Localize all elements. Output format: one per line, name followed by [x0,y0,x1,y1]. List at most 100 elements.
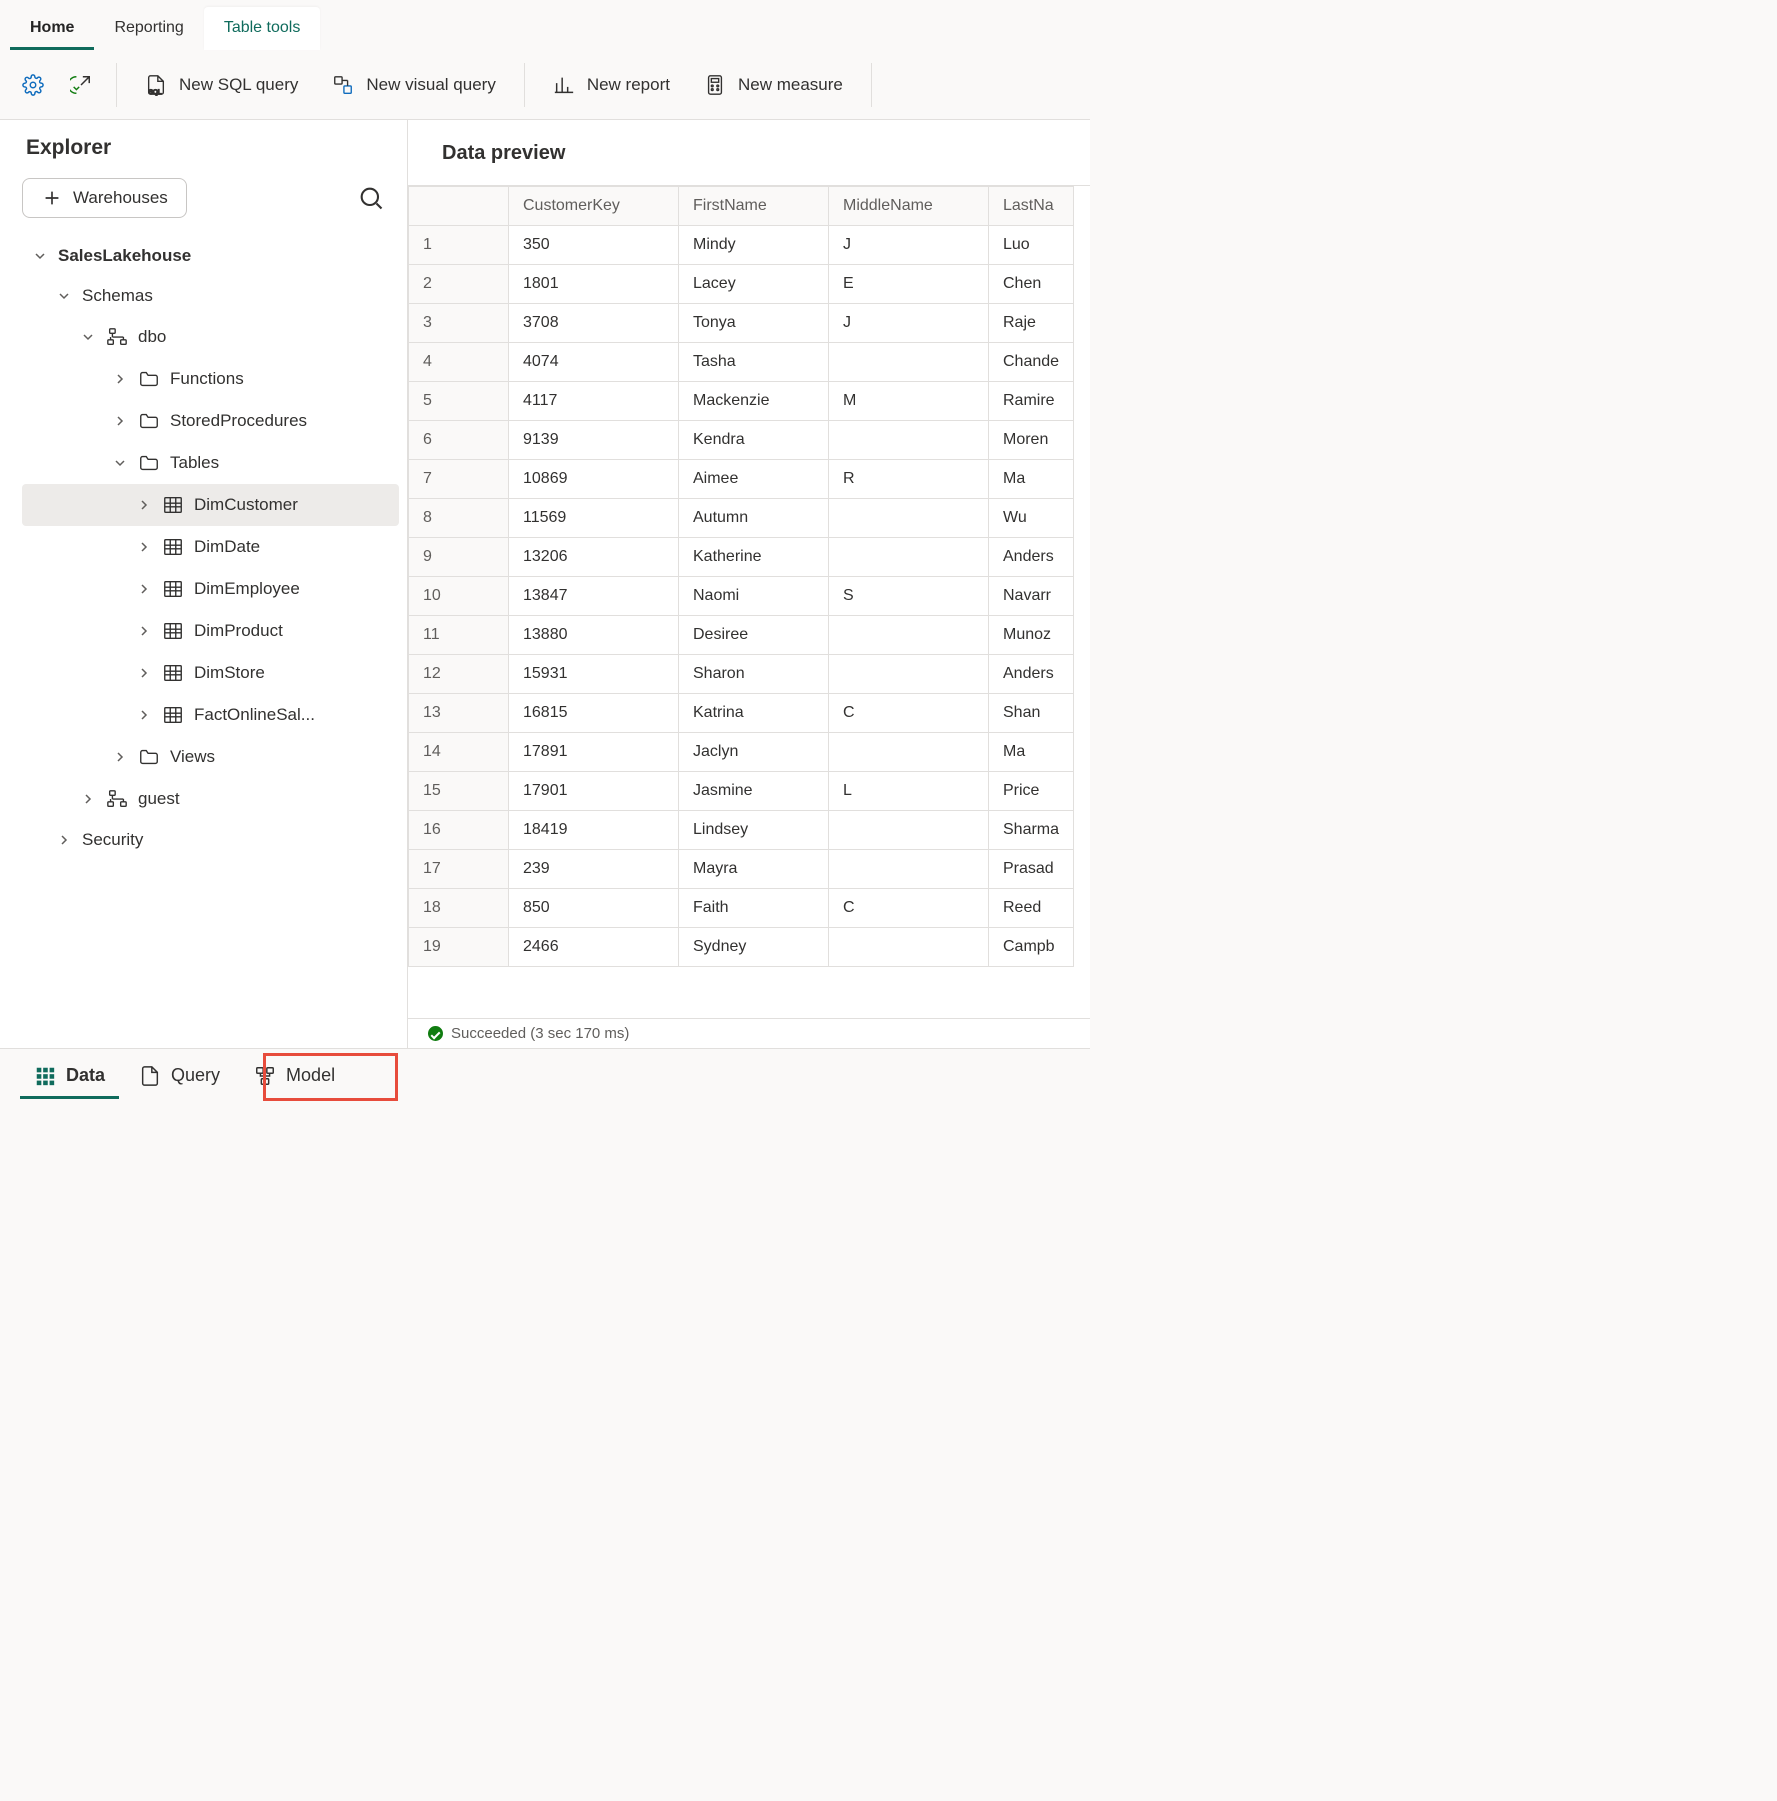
table-row[interactable]: 1517901JasmineLPrice [409,772,1074,811]
cell[interactable]: Ma [989,733,1074,772]
tree-node-guest[interactable]: guest [22,778,399,820]
table-row[interactable]: 1316815KatrinaCShan [409,694,1074,733]
table-row[interactable]: 54117MackenzieMRamire [409,382,1074,421]
cell[interactable]: Aimee [679,460,829,499]
cell[interactable]: 16815 [509,694,679,733]
cell[interactable]: Chande [989,343,1074,382]
cell[interactable]: Tasha [679,343,829,382]
cell[interactable]: Luo [989,226,1074,265]
cell[interactable]: Tonya [679,304,829,343]
tree-node-table[interactable]: DimEmployee [22,568,399,610]
cell[interactable]: Faith [679,889,829,928]
cell[interactable]: Wu [989,499,1074,538]
view-tab-data[interactable]: Data [20,1055,119,1099]
column-header[interactable]: FirstName [679,187,829,226]
cell[interactable] [829,538,989,577]
cell[interactable]: 17901 [509,772,679,811]
cell[interactable]: Mayra [679,850,829,889]
cell[interactable] [829,616,989,655]
tree-node-schemas[interactable]: Schemas [22,276,399,316]
cell[interactable]: Sharon [679,655,829,694]
table-row[interactable]: 21801LaceyEChen [409,265,1074,304]
cell[interactable]: Kendra [679,421,829,460]
cell[interactable]: 3708 [509,304,679,343]
cell[interactable]: 13880 [509,616,679,655]
cell[interactable]: Naomi [679,577,829,616]
refresh-button[interactable] [60,66,102,104]
table-row[interactable]: 33708TonyaJRaje [409,304,1074,343]
cell[interactable]: 9139 [509,421,679,460]
view-tab-query[interactable]: Query [125,1055,234,1099]
cell[interactable]: Shan [989,694,1074,733]
table-row[interactable]: 1350MindyJLuo [409,226,1074,265]
cell[interactable]: L [829,772,989,811]
cell[interactable]: Mackenzie [679,382,829,421]
cell[interactable]: 350 [509,226,679,265]
cell[interactable]: Lacey [679,265,829,304]
cell[interactable]: Mindy [679,226,829,265]
table-row[interactable]: 1417891JaclynMa [409,733,1074,772]
cell[interactable] [829,499,989,538]
column-header[interactable]: MiddleName [829,187,989,226]
cell[interactable]: Ma [989,460,1074,499]
cell[interactable]: Munoz [989,616,1074,655]
tree-node-table[interactable]: DimCustomer [22,484,399,526]
tree-node-stored-procedures[interactable]: StoredProcedures [22,400,399,442]
cell[interactable]: Jasmine [679,772,829,811]
cell[interactable]: Campb [989,928,1074,967]
cell[interactable]: Katherine [679,538,829,577]
table-row[interactable]: 710869AimeeRMa [409,460,1074,499]
cell[interactable]: Autumn [679,499,829,538]
tree-node-table[interactable]: DimStore [22,652,399,694]
cell[interactable]: 15931 [509,655,679,694]
table-row[interactable]: 17239MayraPrasad [409,850,1074,889]
tree-node-functions[interactable]: Functions [22,358,399,400]
cell[interactable]: C [829,889,989,928]
table-row[interactable]: 44074TashaChande [409,343,1074,382]
cell[interactable]: Sharma [989,811,1074,850]
cell[interactable]: 4074 [509,343,679,382]
cell[interactable]: Katrina [679,694,829,733]
new-sql-query-button[interactable]: SQL New SQL query [131,66,312,104]
tree-node-security[interactable]: Security [22,820,399,860]
cell[interactable]: 2466 [509,928,679,967]
tree-node-table[interactable]: DimDate [22,526,399,568]
cell[interactable]: Prasad [989,850,1074,889]
table-row[interactable]: 913206KatherineAnders [409,538,1074,577]
new-measure-button[interactable]: New measure [690,66,857,104]
tree-node-table[interactable]: FactOnlineSal... [22,694,399,736]
cell[interactable] [829,343,989,382]
cell[interactable] [829,655,989,694]
cell[interactable]: 13847 [509,577,679,616]
cell[interactable]: M [829,382,989,421]
cell[interactable]: Jaclyn [679,733,829,772]
table-row[interactable]: 1618419LindseySharma [409,811,1074,850]
cell[interactable]: Anders [989,655,1074,694]
cell[interactable]: Sydney [679,928,829,967]
column-header[interactable]: LastNa [989,187,1074,226]
cell[interactable] [829,421,989,460]
cell[interactable]: Moren [989,421,1074,460]
tree-node-saleslakehouse[interactable]: SalesLakehouse [22,236,399,276]
table-row[interactable]: 69139KendraMoren [409,421,1074,460]
cell[interactable]: Raje [989,304,1074,343]
table-row[interactable]: 1113880DesireeMunoz [409,616,1074,655]
cell[interactable]: J [829,304,989,343]
cell[interactable]: Desiree [679,616,829,655]
cell[interactable]: 18419 [509,811,679,850]
ribbon-tab-table-tools[interactable]: Table tools [204,7,321,50]
cell[interactable] [829,811,989,850]
cell[interactable]: E [829,265,989,304]
data-grid-wrapper[interactable]: CustomerKeyFirstNameMiddleNameLastNa 135… [408,185,1090,1018]
cell[interactable] [829,928,989,967]
cell[interactable]: S [829,577,989,616]
tree-node-dbo[interactable]: dbo [22,316,399,358]
cell[interactable]: 17891 [509,733,679,772]
cell[interactable]: Anders [989,538,1074,577]
new-report-button[interactable]: New report [539,66,684,104]
cell[interactable]: R [829,460,989,499]
cell[interactable]: Navarr [989,577,1074,616]
ribbon-tab-reporting[interactable]: Reporting [94,7,203,50]
cell[interactable]: Ramire [989,382,1074,421]
cell[interactable]: 11569 [509,499,679,538]
